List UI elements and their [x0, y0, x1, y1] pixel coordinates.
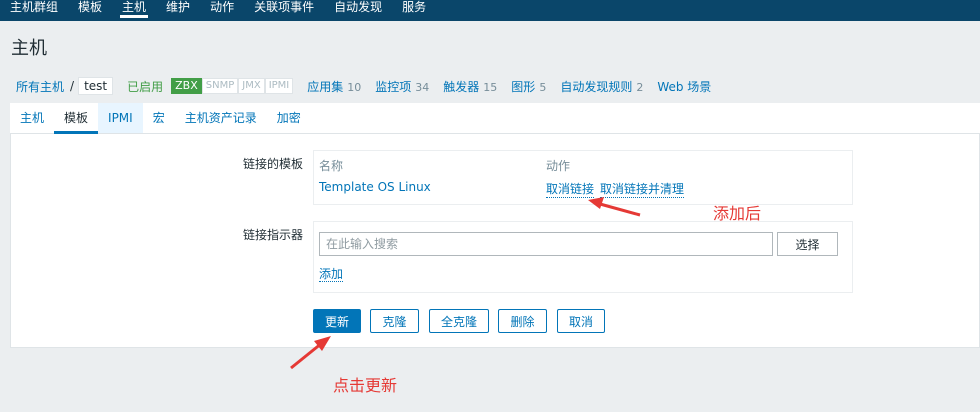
- annotation-after-add: 添加后: [713, 204, 762, 223]
- web-scenarios-link[interactable]: Web 场景: [657, 78, 711, 95]
- ipmi-badge: IPMI: [264, 78, 294, 94]
- nav-actions[interactable]: 动作: [200, 0, 244, 21]
- breadcrumb-separator: /: [70, 79, 75, 93]
- unlink-link[interactable]: 取消链接: [546, 180, 595, 198]
- template-link[interactable]: Template OS Linux: [319, 180, 431, 194]
- graphs-label: 图形: [511, 79, 536, 94]
- snmp-badge: SNMP: [201, 78, 239, 94]
- items-count: 34: [415, 80, 430, 94]
- tab-templates[interactable]: 模板: [54, 103, 99, 134]
- nav-hosts[interactable]: 主机: [112, 0, 156, 21]
- discovery-rules-count: 2: [636, 80, 644, 94]
- nav-event-correlation[interactable]: 关联项事件: [244, 0, 324, 21]
- column-name-header: 名称: [319, 159, 344, 173]
- cancel-button[interactable]: 取消: [557, 309, 605, 333]
- items-link[interactable]: 监控项 34: [375, 78, 429, 95]
- nav-services[interactable]: 服务: [392, 0, 436, 21]
- tab-macros[interactable]: 宏: [143, 103, 175, 133]
- status-enabled[interactable]: 已启用: [127, 78, 163, 95]
- top-navigation: 主机群组 模板 主机 维护 动作 关联项事件 自动发现 服务: [0, 0, 980, 21]
- tab-host[interactable]: 主机: [10, 103, 54, 133]
- linked-templates-label: 链接的模板: [242, 157, 303, 171]
- template-search-input[interactable]: [319, 232, 773, 256]
- tab-ipmi[interactable]: IPMI: [98, 103, 143, 133]
- linked-templates-table: 名称 动作 Template OS Linux 取消链接 取消链接并清理: [313, 150, 853, 205]
- all-hosts-link[interactable]: 所有主机: [16, 78, 64, 95]
- zbx-badge: ZBX: [171, 78, 202, 94]
- discovery-rules-link[interactable]: 自动发现规则 2: [560, 78, 643, 95]
- breadcrumb: 所有主机 / test 已启用 ZBX SNMP JMX IPMI 应用集 10 …: [16, 77, 711, 95]
- update-button[interactable]: 更新: [313, 309, 361, 333]
- tab-encryption[interactable]: 加密: [267, 103, 311, 133]
- web-scenarios-label: Web 场景: [657, 79, 712, 94]
- page-title: 主机: [11, 38, 47, 59]
- discovery-rules-label: 自动发现规则: [560, 79, 633, 94]
- jmx-badge: JMX: [238, 78, 265, 94]
- current-host: test: [78, 77, 114, 95]
- link-indicator-label: 链接指示器: [242, 228, 303, 242]
- link-indicator-box: 选择 添加: [313, 221, 853, 293]
- select-button[interactable]: 选择: [777, 232, 838, 256]
- form-tabs: 主机 模板 IPMI 宏 主机资产记录 加密: [10, 103, 980, 134]
- triggers-link[interactable]: 触发器 15: [443, 78, 497, 95]
- clone-button[interactable]: 克隆: [370, 309, 419, 333]
- nav-templates[interactable]: 模板: [68, 0, 112, 21]
- nav-maintenance[interactable]: 维护: [156, 0, 200, 21]
- triggers-label: 触发器: [443, 79, 480, 94]
- tab-inventory[interactable]: 主机资产记录: [175, 103, 267, 133]
- add-link[interactable]: 添加: [319, 267, 344, 282]
- applications-count: 10: [347, 80, 362, 94]
- items-label: 监控项: [375, 79, 412, 94]
- applications-link[interactable]: 应用集 10: [307, 78, 361, 95]
- unlink-and-clear-link[interactable]: 取消链接并清理: [600, 180, 685, 198]
- full-clone-button[interactable]: 全克隆: [429, 309, 489, 333]
- nav-discovery[interactable]: 自动发现: [324, 0, 392, 21]
- delete-button[interactable]: 删除: [498, 309, 547, 333]
- applications-label: 应用集: [307, 79, 344, 94]
- availability-badges: ZBX SNMP JMX IPMI: [171, 78, 294, 94]
- column-action-header: 动作: [546, 159, 571, 173]
- nav-host-groups[interactable]: 主机群组: [0, 0, 68, 21]
- graphs-count: 5: [539, 80, 547, 94]
- annotation-click-update: 点击更新: [333, 376, 398, 395]
- graphs-link[interactable]: 图形 5: [511, 78, 546, 95]
- triggers-count: 15: [483, 80, 498, 94]
